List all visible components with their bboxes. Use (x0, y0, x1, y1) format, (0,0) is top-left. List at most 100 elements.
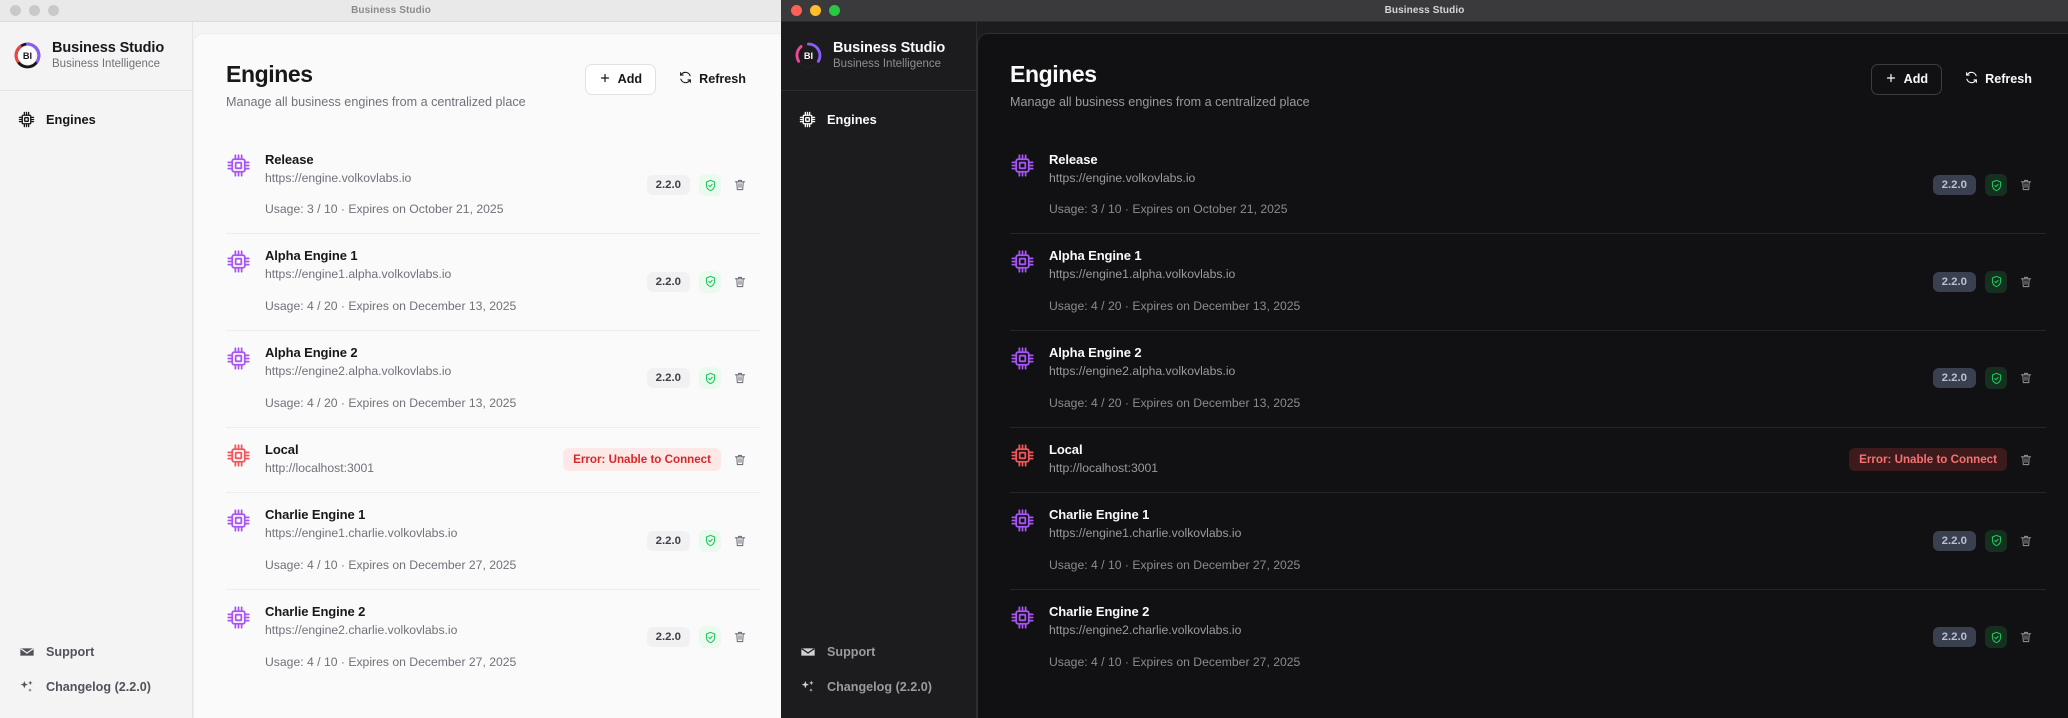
sidebar-item-changelog[interactable]: Changelog (2.2.0) (10, 671, 182, 702)
engine-row[interactable]: Charlie Engine 2 https://engine2.charlie.… (1010, 590, 2046, 686)
cpu-icon (226, 153, 251, 178)
trash-icon[interactable] (730, 531, 750, 551)
engine-row[interactable]: Alpha Engine 1 https://engine1.alpha.volk… (1010, 234, 2046, 332)
engine-info: Alpha Engine 2 https://engine2.alpha.volk… (265, 345, 633, 412)
sidebar-item-label: Engines (827, 112, 877, 128)
engine-row[interactable]: Local http://localhost:3001 Error: Unable … (1010, 428, 2046, 494)
engine-meta: Usage: 4 / 20 · Expires on December 13, … (265, 395, 517, 410)
shield-check-icon[interactable] (699, 367, 721, 390)
brand-name: Business Studio (833, 40, 946, 56)
refresh-icon (679, 71, 692, 87)
engine-name: Release (265, 151, 314, 167)
sidebar-dark: BI Business Studio Business Intelligence (781, 22, 977, 718)
engine-row[interactable]: Alpha Engine 2 https://engine2.alpha.volk… (226, 331, 760, 428)
brand-name: Business Studio (52, 40, 165, 56)
trash-icon[interactable] (2016, 175, 2036, 195)
engine-row[interactable]: Alpha Engine 1 https://engine1.alpha.volk… (226, 234, 760, 332)
engine-actions: Error: Unable to Connect (563, 448, 750, 471)
trash-icon[interactable] (730, 272, 750, 292)
engine-info: Release https://engine.volkovlabs.io Usage… (1049, 152, 1919, 219)
window-title-dark: Business Studio (1384, 5, 1465, 16)
engine-info: Charlie Engine 1 https://engine1.charlie.… (265, 507, 633, 574)
add-button[interactable]: Add (584, 63, 657, 95)
version-badge: 2.2.0 (1932, 530, 1976, 551)
version-badge: 2.2.0 (646, 271, 690, 292)
shield-check-icon[interactable] (1985, 174, 2007, 197)
engine-url: https://engine1.alpha.volkovlabs.io (265, 267, 452, 282)
engine-name: Charlie Engine 2 (265, 603, 366, 619)
sidebar-item-label: Engines (46, 112, 96, 128)
cpu-icon (226, 249, 251, 274)
envelope-icon (18, 643, 35, 660)
engine-row[interactable]: Charlie Engine 2 https://engine2.charlie.… (226, 590, 760, 686)
trash-icon[interactable] (730, 627, 750, 647)
add-button-label: Add (617, 72, 643, 86)
sidebar-footer: Support Changelog (2.2.0) (0, 636, 192, 718)
shield-check-icon[interactable] (1985, 270, 2007, 293)
cpu-icon (226, 605, 251, 630)
add-button[interactable]: Add (1870, 63, 1943, 95)
sidebar-item-engines[interactable]: Engines (10, 103, 182, 136)
version-badge: 2.2.0 (646, 530, 690, 551)
engine-row[interactable]: Charlie Engine 1 https://engine1.charlie.… (1010, 493, 2046, 590)
engine-name: Charlie Engine 1 (265, 507, 366, 523)
engine-row[interactable]: Local http://localhost:3001 Error: Unable … (226, 428, 760, 494)
trash-icon[interactable] (2016, 450, 2036, 470)
shield-check-icon[interactable] (1985, 626, 2007, 649)
trash-icon[interactable] (2016, 272, 2036, 292)
sparkles-icon (799, 678, 816, 695)
refresh-button[interactable]: Refresh (665, 63, 760, 95)
refresh-button[interactable]: Refresh (1951, 63, 2046, 95)
sidebar-item-changelog[interactable]: Changelog (2.2.0) (791, 671, 966, 702)
trash-icon[interactable] (730, 450, 750, 470)
shield-check-icon[interactable] (1985, 529, 2007, 552)
engine-info: Charlie Engine 2 https://engine2.charlie.… (1049, 604, 1919, 671)
engine-actions: 2.2.0 (646, 367, 750, 390)
engine-url: https://engine1.alpha.volkovlabs.io (1049, 267, 1236, 282)
shield-check-icon[interactable] (699, 626, 721, 649)
version-badge: 2.2.0 (1932, 627, 1976, 648)
engine-info: Release https://engine.volkovlabs.io Usage… (265, 152, 633, 219)
trash-icon[interactable] (2016, 627, 2036, 647)
shield-check-icon[interactable] (699, 174, 721, 197)
shield-check-icon[interactable] (699, 270, 721, 293)
refresh-button-label: Refresh (699, 72, 746, 86)
engine-info: Local http://localhost:3001 (1049, 442, 1835, 478)
window-title-light: Business Studio (351, 5, 431, 16)
titlebar-light: Business Studio (0, 0, 782, 22)
plus-icon (599, 72, 611, 87)
sidebar-item-support[interactable]: Support (10, 636, 182, 667)
brand-block: BI Business Studio Business Intelligence (0, 22, 192, 92)
engine-row[interactable]: Release https://engine.volkovlabs.io Usage… (226, 138, 760, 235)
trash-icon[interactable] (730, 175, 750, 195)
cpu-icon (18, 111, 35, 128)
engine-actions: 2.2.0 (1932, 174, 2036, 197)
window-dark: Business Studio BI Business Studio Busin… (781, 0, 2068, 718)
engine-meta: Usage: 4 / 10 · Expires on December 27, … (1049, 557, 1301, 572)
engine-meta: Usage: 4 / 20 · Expires on December 13, … (1049, 395, 1301, 410)
plus-icon (1885, 72, 1897, 87)
engine-row[interactable]: Alpha Engine 2 https://engine2.alpha.volk… (1010, 331, 2046, 428)
engine-actions: 2.2.0 (1932, 270, 2036, 293)
sidebar-item-engines[interactable]: Engines (791, 103, 966, 136)
engine-row[interactable]: Release https://engine.volkovlabs.io Usage… (1010, 138, 2046, 235)
engine-info: Local http://localhost:3001 (265, 442, 549, 478)
engine-meta: Usage: 4 / 20 · Expires on December 13, … (265, 298, 517, 313)
engine-info: Charlie Engine 2 https://engine2.charlie.… (265, 604, 633, 671)
page-subtitle: Manage all business engines from a centr… (226, 94, 526, 109)
page-title: Engines (1010, 61, 1097, 87)
engine-actions: 2.2.0 (646, 270, 750, 293)
cpu-icon (799, 111, 816, 128)
engine-meta: Usage: 4 / 20 · Expires on December 13, … (1049, 298, 1301, 313)
trash-icon[interactable] (730, 368, 750, 388)
sidebar-item-support[interactable]: Support (791, 636, 966, 667)
sidebar-nav: Engines (0, 91, 192, 636)
sidebar-footer-label: Changelog (2.2.0) (827, 679, 932, 694)
page-subtitle: Manage all business engines from a centr… (1010, 94, 1310, 109)
trash-icon[interactable] (2016, 368, 2036, 388)
shield-check-icon[interactable] (699, 529, 721, 552)
trash-icon[interactable] (2016, 531, 2036, 551)
shield-check-icon[interactable] (1985, 367, 2007, 390)
engine-row[interactable]: Charlie Engine 1 https://engine1.charlie.… (226, 493, 760, 590)
cpu-icon (226, 508, 251, 533)
